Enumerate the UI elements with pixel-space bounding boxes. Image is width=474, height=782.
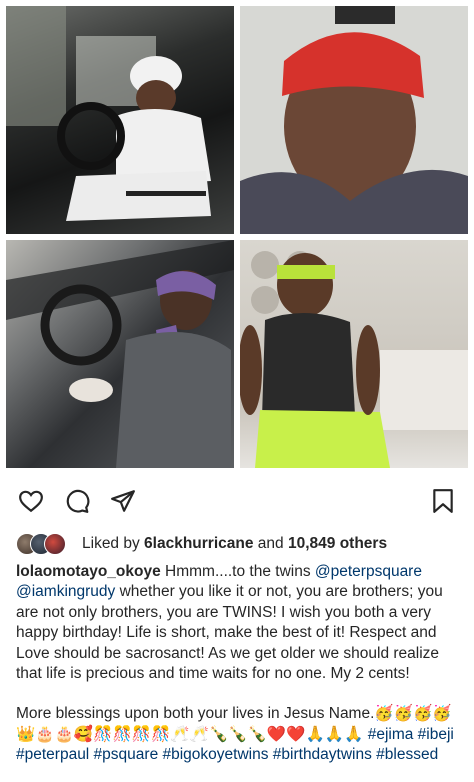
likes-summary[interactable]: Liked by 6lackhurricane and 10,849 other… <box>16 532 466 556</box>
photo-man-in-car-white-tracksuit[interactable] <box>6 6 234 234</box>
likes-prefix: Liked by <box>82 535 140 552</box>
comment-button[interactable] <box>62 486 92 516</box>
avatar <box>44 533 66 555</box>
share-button[interactable] <box>108 486 138 516</box>
caption-text: More blessings upon both your lives in J… <box>16 705 375 723</box>
liker-avatars <box>16 533 76 555</box>
hashtag-links[interactable]: #peterpaul #psquare #bigokoyetwins #birt… <box>16 746 438 763</box>
caption-text: Hmmm....to the twins <box>160 563 315 580</box>
caption-paragraph: #peterpaul #psquare #bigokoyetwins #birt… <box>16 745 464 765</box>
heart-icon <box>19 490 43 513</box>
paper-plane-icon <box>111 490 135 512</box>
comment-icon <box>66 489 90 513</box>
caption-paragraph: lolaomotayo_okoye Hmmm....to the twins @… <box>16 562 464 684</box>
photo-illustration <box>240 6 468 234</box>
mention-link[interactable]: @iamkingrudy <box>16 583 115 600</box>
post-photo-grid[interactable] <box>0 0 474 474</box>
likes-count-link[interactable]: 10,849 others <box>288 535 387 553</box>
bookmark-icon <box>433 489 453 513</box>
photo-man-red-bandana-selfie[interactable] <box>240 6 468 234</box>
photo-man-green-headband-on-bed[interactable] <box>240 240 468 468</box>
like-button[interactable] <box>16 486 46 516</box>
mention-link[interactable]: @peterpsquare <box>315 563 422 580</box>
photo-illustration <box>6 240 234 468</box>
liked-by-user-link[interactable]: 6lackhurricane <box>144 535 253 553</box>
caption-emojis: 👑🎂🎂🥰🎊🎊🎊🎊🥂🥂🍾🍾🍾❤️❤️🙏🙏🙏 <box>16 725 364 743</box>
photo-illustration <box>240 251 468 468</box>
photo-man-purple-headband-in-car[interactable] <box>6 240 234 468</box>
photo-illustration <box>6 6 211 221</box>
post-action-bar <box>0 480 474 524</box>
caption-paragraph: More blessings upon both your lives in J… <box>16 704 464 724</box>
save-button[interactable] <box>428 486 458 516</box>
caption-username-link[interactable]: lolaomotayo_okoye <box>16 563 161 580</box>
caption-paragraph: 👑🎂🎂🥰🎊🎊🎊🎊🥂🥂🍾🍾🍾❤️❤️🙏🙏🙏 #ejima #ibeji <box>16 725 464 745</box>
likes-connector: and <box>257 535 284 552</box>
caption-emojis: 🥳🥳🥳🥳 <box>374 705 452 723</box>
post-caption: lolaomotayo_okoye Hmmm....to the twins @… <box>16 562 464 766</box>
hashtag-links[interactable]: #ejima #ibeji <box>363 726 454 743</box>
